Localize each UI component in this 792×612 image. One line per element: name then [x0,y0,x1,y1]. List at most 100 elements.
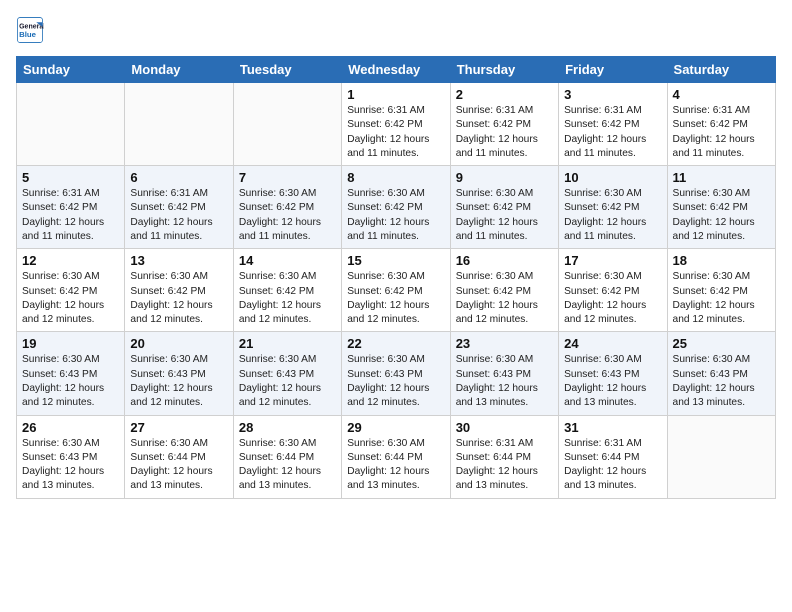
day-content: Sunrise: 6:30 AM Sunset: 6:43 PM Dayligh… [673,353,770,410]
calendar-day-cell: 17 Sunrise: 6:30 AM Sunset: 6:42 PM Dayli… [559,249,667,332]
logo-icon: General Blue [16,16,44,44]
day-number: 19 [22,336,119,351]
day-number: 23 [456,336,553,351]
day-content: Sunrise: 6:30 AM Sunset: 6:42 PM Dayligh… [456,270,553,327]
calendar-day-cell: 21 Sunrise: 6:30 AM Sunset: 6:43 PM Dayli… [233,332,341,415]
calendar-day-cell: 9 Sunrise: 6:30 AM Sunset: 6:42 PM Daylig… [450,166,558,249]
day-number: 9 [456,170,553,185]
day-content: Sunrise: 6:31 AM Sunset: 6:42 PM Dayligh… [564,104,661,161]
day-number: 25 [673,336,770,351]
day-content: Sunrise: 6:30 AM Sunset: 6:42 PM Dayligh… [22,270,119,327]
day-number: 22 [347,336,444,351]
day-number: 21 [239,336,336,351]
calendar-day-cell: 29Sunrise: 6:30 AM Sunset: 6:44 PM Dayli… [342,415,450,498]
day-number: 29 [347,420,444,435]
empty-cell [667,415,775,498]
calendar-day-cell: 18 Sunrise: 6:30 AM Sunset: 6:42 PM Dayli… [667,249,775,332]
calendar-day-cell: 4 Sunrise: 6:31 AM Sunset: 6:42 PM Daylig… [667,83,775,166]
calendar-day-cell: 24 Sunrise: 6:30 AM Sunset: 6:43 PM Dayli… [559,332,667,415]
day-number: 30 [456,420,553,435]
day-number: 26 [22,420,119,435]
day-content: Sunrise: 6:31 AM Sunset: 6:44 PM Dayligh… [456,437,553,494]
day-content: Sunrise: 6:30 AM Sunset: 6:43 PM Dayligh… [130,353,227,410]
empty-cell [125,83,233,166]
calendar-day-cell: 13Sunrise: 6:30 AM Sunset: 6:42 PM Dayli… [125,249,233,332]
calendar-day-cell: 23Sunrise: 6:30 AM Sunset: 6:43 PM Dayli… [450,332,558,415]
day-content: Sunrise: 6:30 AM Sunset: 6:43 PM Dayligh… [22,353,119,410]
day-content: Sunrise: 6:30 AM Sunset: 6:42 PM Dayligh… [239,270,336,327]
day-number: 27 [130,420,227,435]
calendar-day-cell: 14 Sunrise: 6:30 AM Sunset: 6:42 PM Dayli… [233,249,341,332]
day-number: 10 [564,170,661,185]
column-header-friday: Friday [559,57,667,83]
day-number: 16 [456,253,553,268]
calendar-day-cell: 3 Sunrise: 6:31 AM Sunset: 6:42 PM Daylig… [559,83,667,166]
calendar-header-row: SundayMondayTuesdayWednesdayThursdayFrid… [17,57,776,83]
column-header-tuesday: Tuesday [233,57,341,83]
day-number: 28 [239,420,336,435]
day-number: 8 [347,170,444,185]
calendar-day-cell: 20 Sunrise: 6:30 AM Sunset: 6:43 PM Dayli… [125,332,233,415]
calendar-day-cell: 8Sunrise: 6:30 AM Sunset: 6:42 PM Daylig… [342,166,450,249]
day-content: Sunrise: 6:31 AM Sunset: 6:42 PM Dayligh… [673,104,770,161]
day-content: Sunrise: 6:31 AM Sunset: 6:42 PM Dayligh… [347,104,444,161]
day-number: 7 [239,170,336,185]
day-content: Sunrise: 6:30 AM Sunset: 6:42 PM Dayligh… [239,187,336,244]
day-number: 2 [456,87,553,102]
calendar-day-cell: 11 Sunrise: 6:30 AM Sunset: 6:42 PM Dayli… [667,166,775,249]
day-content: Sunrise: 6:30 AM Sunset: 6:42 PM Dayligh… [673,270,770,327]
calendar-day-cell: 10 Sunrise: 6:30 AM Sunset: 6:42 PM Dayli… [559,166,667,249]
column-header-saturday: Saturday [667,57,775,83]
empty-cell [233,83,341,166]
calendar-day-cell: 16 Sunrise: 6:30 AM Sunset: 6:42 PM Dayli… [450,249,558,332]
day-number: 3 [564,87,661,102]
day-content: Sunrise: 6:30 AM Sunset: 6:42 PM Dayligh… [564,187,661,244]
day-number: 14 [239,253,336,268]
calendar-day-cell: 12Sunrise: 6:30 AM Sunset: 6:42 PM Dayli… [17,249,125,332]
calendar-day-cell: 1Sunrise: 6:31 AM Sunset: 6:42 PM Daylig… [342,83,450,166]
day-content: Sunrise: 6:31 AM Sunset: 6:44 PM Dayligh… [564,437,661,494]
page-header: General Blue [16,16,776,44]
calendar-day-cell: 2Sunrise: 6:31 AM Sunset: 6:42 PM Daylig… [450,83,558,166]
day-number: 31 [564,420,661,435]
empty-cell [17,83,125,166]
day-number: 11 [673,170,770,185]
day-content: Sunrise: 6:30 AM Sunset: 6:43 PM Dayligh… [239,353,336,410]
day-content: Sunrise: 6:30 AM Sunset: 6:44 PM Dayligh… [130,437,227,494]
day-content: Sunrise: 6:30 AM Sunset: 6:42 PM Dayligh… [130,270,227,327]
calendar-week-row: 5 Sunrise: 6:31 AM Sunset: 6:42 PM Daylig… [17,166,776,249]
day-content: Sunrise: 6:30 AM Sunset: 6:43 PM Dayligh… [347,353,444,410]
calendar-day-cell: 31 Sunrise: 6:31 AM Sunset: 6:44 PM Dayli… [559,415,667,498]
day-number: 4 [673,87,770,102]
calendar-week-row: 1Sunrise: 6:31 AM Sunset: 6:42 PM Daylig… [17,83,776,166]
day-content: Sunrise: 6:30 AM Sunset: 6:42 PM Dayligh… [456,187,553,244]
day-number: 18 [673,253,770,268]
day-content: Sunrise: 6:30 AM Sunset: 6:42 PM Dayligh… [673,187,770,244]
day-number: 5 [22,170,119,185]
day-content: Sunrise: 6:30 AM Sunset: 6:42 PM Dayligh… [564,270,661,327]
day-number: 15 [347,253,444,268]
calendar-week-row: 26 Sunrise: 6:30 AM Sunset: 6:43 PM Dayli… [17,415,776,498]
column-header-thursday: Thursday [450,57,558,83]
day-number: 17 [564,253,661,268]
day-number: 20 [130,336,227,351]
day-content: Sunrise: 6:30 AM Sunset: 6:43 PM Dayligh… [22,437,119,494]
column-header-sunday: Sunday [17,57,125,83]
calendar-day-cell: 27 Sunrise: 6:30 AM Sunset: 6:44 PM Dayli… [125,415,233,498]
day-content: Sunrise: 6:30 AM Sunset: 6:43 PM Dayligh… [564,353,661,410]
day-content: Sunrise: 6:31 AM Sunset: 6:42 PM Dayligh… [22,187,119,244]
column-header-wednesday: Wednesday [342,57,450,83]
calendar-day-cell: 28Sunrise: 6:30 AM Sunset: 6:44 PM Dayli… [233,415,341,498]
calendar-day-cell: 26 Sunrise: 6:30 AM Sunset: 6:43 PM Dayli… [17,415,125,498]
day-content: Sunrise: 6:31 AM Sunset: 6:42 PM Dayligh… [130,187,227,244]
calendar-day-cell: 5 Sunrise: 6:31 AM Sunset: 6:42 PM Daylig… [17,166,125,249]
day-number: 6 [130,170,227,185]
calendar-table: SundayMondayTuesdayWednesdayThursdayFrid… [16,56,776,499]
calendar-day-cell: 15 Sunrise: 6:30 AM Sunset: 6:42 PM Dayli… [342,249,450,332]
logo: General Blue [16,16,48,44]
calendar-week-row: 12Sunrise: 6:30 AM Sunset: 6:42 PM Dayli… [17,249,776,332]
calendar-day-cell: 25 Sunrise: 6:30 AM Sunset: 6:43 PM Dayli… [667,332,775,415]
day-content: Sunrise: 6:30 AM Sunset: 6:42 PM Dayligh… [347,270,444,327]
day-number: 24 [564,336,661,351]
column-header-monday: Monday [125,57,233,83]
